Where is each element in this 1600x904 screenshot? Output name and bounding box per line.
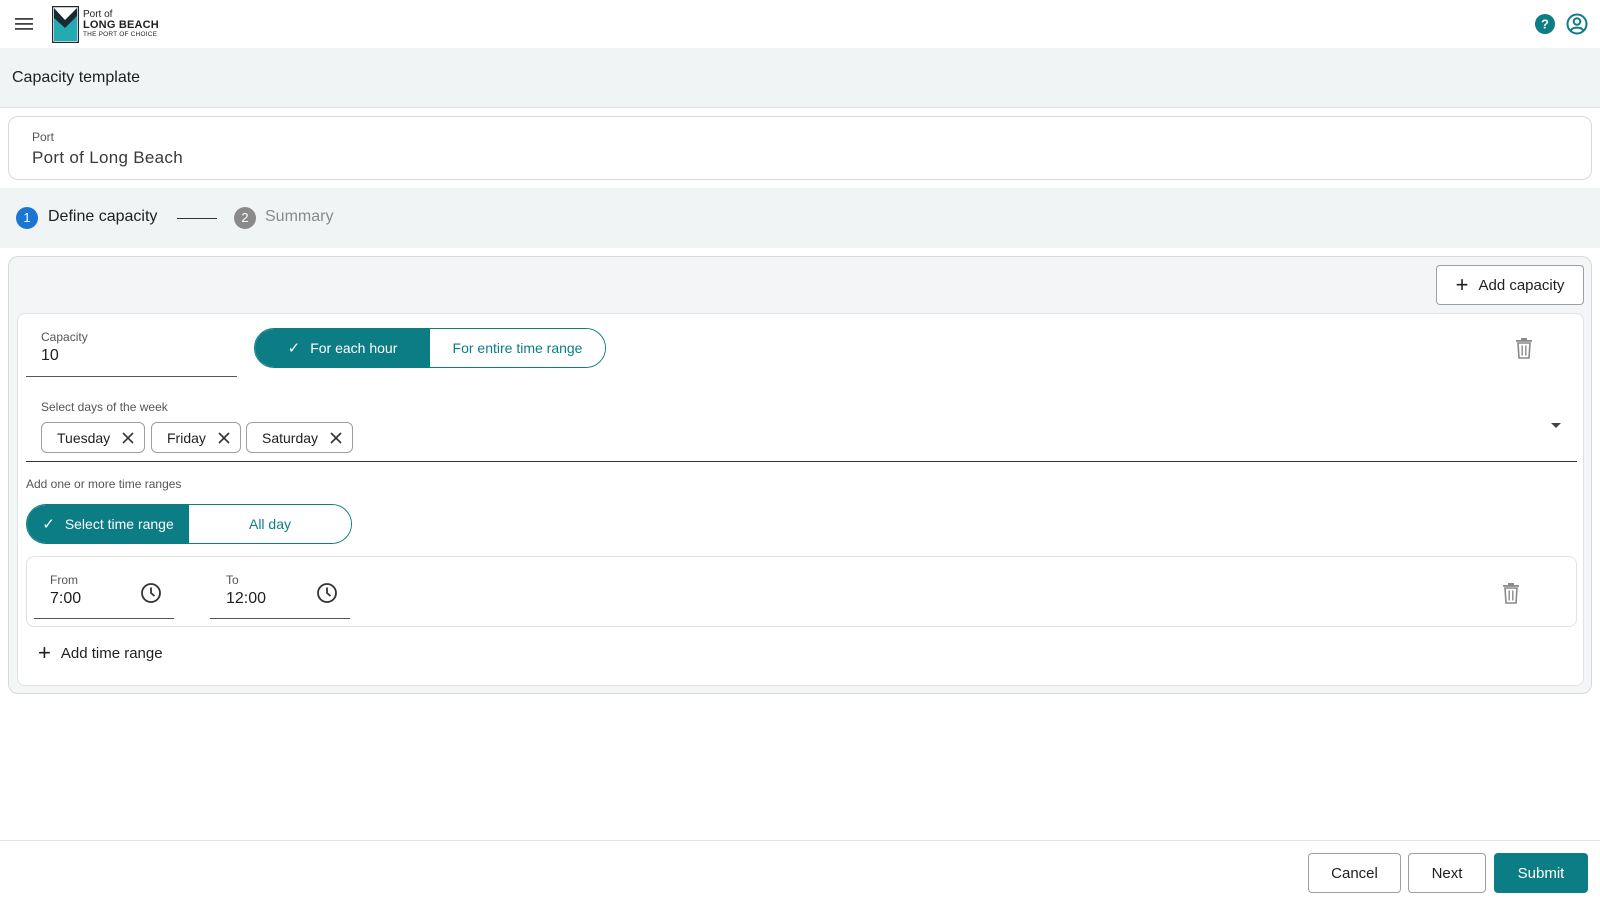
logo-line-2: LONG BEACH — [83, 18, 159, 31]
time-ranges-label: Add one or more time ranges — [26, 477, 182, 491]
port-field[interactable]: Port Port of Long Beach — [8, 116, 1592, 180]
top-app-bar: Port of LONG BEACH THE PORT OF CHOICE ? — [0, 0, 1600, 48]
days-of-week-label: Select days of the week — [41, 400, 168, 414]
all-day-option[interactable]: All day — [189, 505, 351, 543]
step-connector — [177, 218, 217, 219]
capacity-mode-toggle: ✓ For each hour For entire time range — [254, 328, 606, 368]
add-capacity-button[interactable]: + Add capacity — [1436, 265, 1584, 305]
from-time-input[interactable]: From 7:00 — [34, 563, 174, 619]
step-1-number[interactable]: 1 — [16, 207, 38, 229]
capacity-input[interactable]: Capacity 10 — [26, 322, 237, 377]
time-range-row: From 7:00 To 12:00 — [26, 556, 1577, 627]
submit-button[interactable]: Submit — [1494, 853, 1588, 893]
help-icon[interactable]: ? — [1534, 13, 1556, 35]
page-title: Capacity template — [12, 69, 141, 86]
port-field-value: Port of Long Beach — [32, 148, 183, 167]
capacity-label: Capacity — [41, 330, 88, 344]
check-icon: ✓ — [287, 340, 301, 357]
day-chip-tuesday[interactable]: Tuesday — [41, 422, 146, 453]
port-field-label: Port — [32, 130, 55, 144]
stepper: 1 Define capacity 2 Summary — [0, 188, 1600, 248]
check-icon: ✓ — [42, 516, 55, 533]
remove-chip-icon[interactable] — [218, 431, 230, 444]
hamburger-menu-icon[interactable] — [14, 14, 34, 34]
svg-text:?: ? — [1541, 17, 1549, 32]
days-of-week-select[interactable]: Select days of the week Tuesday Friday S… — [26, 392, 1577, 462]
remove-chip-icon[interactable] — [122, 431, 134, 444]
remove-chip-icon[interactable] — [330, 431, 342, 444]
cancel-button[interactable]: Cancel — [1308, 853, 1401, 893]
delete-time-range-icon[interactable] — [1501, 582, 1521, 604]
dropdown-arrow-icon[interactable] — [1551, 423, 1561, 428]
logo-line-3: THE PORT OF CHOICE — [83, 30, 158, 38]
select-time-range-option[interactable]: ✓ Select time range — [27, 505, 189, 543]
add-capacity-label: Add capacity — [1478, 276, 1565, 294]
step-2-number[interactable]: 2 — [234, 207, 256, 229]
to-value: 12:00 — [226, 590, 267, 607]
delete-capacity-icon[interactable] — [1514, 337, 1534, 359]
step-2-label[interactable]: Summary — [265, 208, 333, 226]
add-time-range-button[interactable]: + Add time range — [38, 638, 163, 668]
all-day-label: All day — [248, 516, 292, 532]
from-label: From — [50, 573, 78, 587]
select-time-range-label: Select time range — [64, 516, 174, 532]
day-chip-label: Tuesday — [57, 429, 111, 446]
from-value: 7:00 — [50, 590, 82, 607]
day-chip-label: Friday — [167, 429, 206, 446]
plus-icon: + — [1455, 272, 1469, 297]
plus-icon: + — [38, 640, 51, 665]
capacity-card: Capacity 10 ✓ For each hour For entire t… — [17, 313, 1584, 686]
to-time-input[interactable]: To 12:00 — [210, 563, 350, 619]
next-button[interactable]: Next — [1408, 853, 1486, 893]
port-logo[interactable]: Port of LONG BEACH THE PORT OF CHOICE — [52, 5, 159, 43]
port-logo-text: Port of LONG BEACH THE PORT OF CHOICE — [83, 9, 159, 39]
account-circle-icon[interactable] — [1566, 13, 1588, 35]
add-time-range-label: Add time range — [60, 644, 163, 662]
step-1-label[interactable]: Define capacity — [48, 208, 157, 226]
page-header: Capacity template — [0, 48, 1600, 108]
day-chip-label: Saturday — [262, 429, 319, 446]
for-entire-time-range-option[interactable]: For entire time range — [430, 329, 605, 367]
footer-actions: Cancel Next Submit — [0, 840, 1600, 904]
capacity-value: 10 — [41, 347, 59, 364]
for-entire-time-range-label: For entire time range — [452, 340, 583, 356]
port-logo-mark-icon — [52, 5, 79, 43]
day-chip-saturday[interactable]: Saturday — [246, 422, 354, 453]
for-each-hour-option[interactable]: ✓ For each hour — [255, 329, 430, 367]
time-range-toggle: ✓ Select time range All day — [26, 504, 352, 544]
clock-icon[interactable] — [316, 582, 338, 604]
for-each-hour-label: For each hour — [310, 340, 398, 356]
to-label: To — [226, 573, 239, 587]
clock-icon[interactable] — [140, 582, 162, 604]
day-chip-friday[interactable]: Friday — [151, 422, 241, 453]
capacity-panel: + Add capacity Capacity 10 ✓ For each ho… — [8, 256, 1592, 694]
